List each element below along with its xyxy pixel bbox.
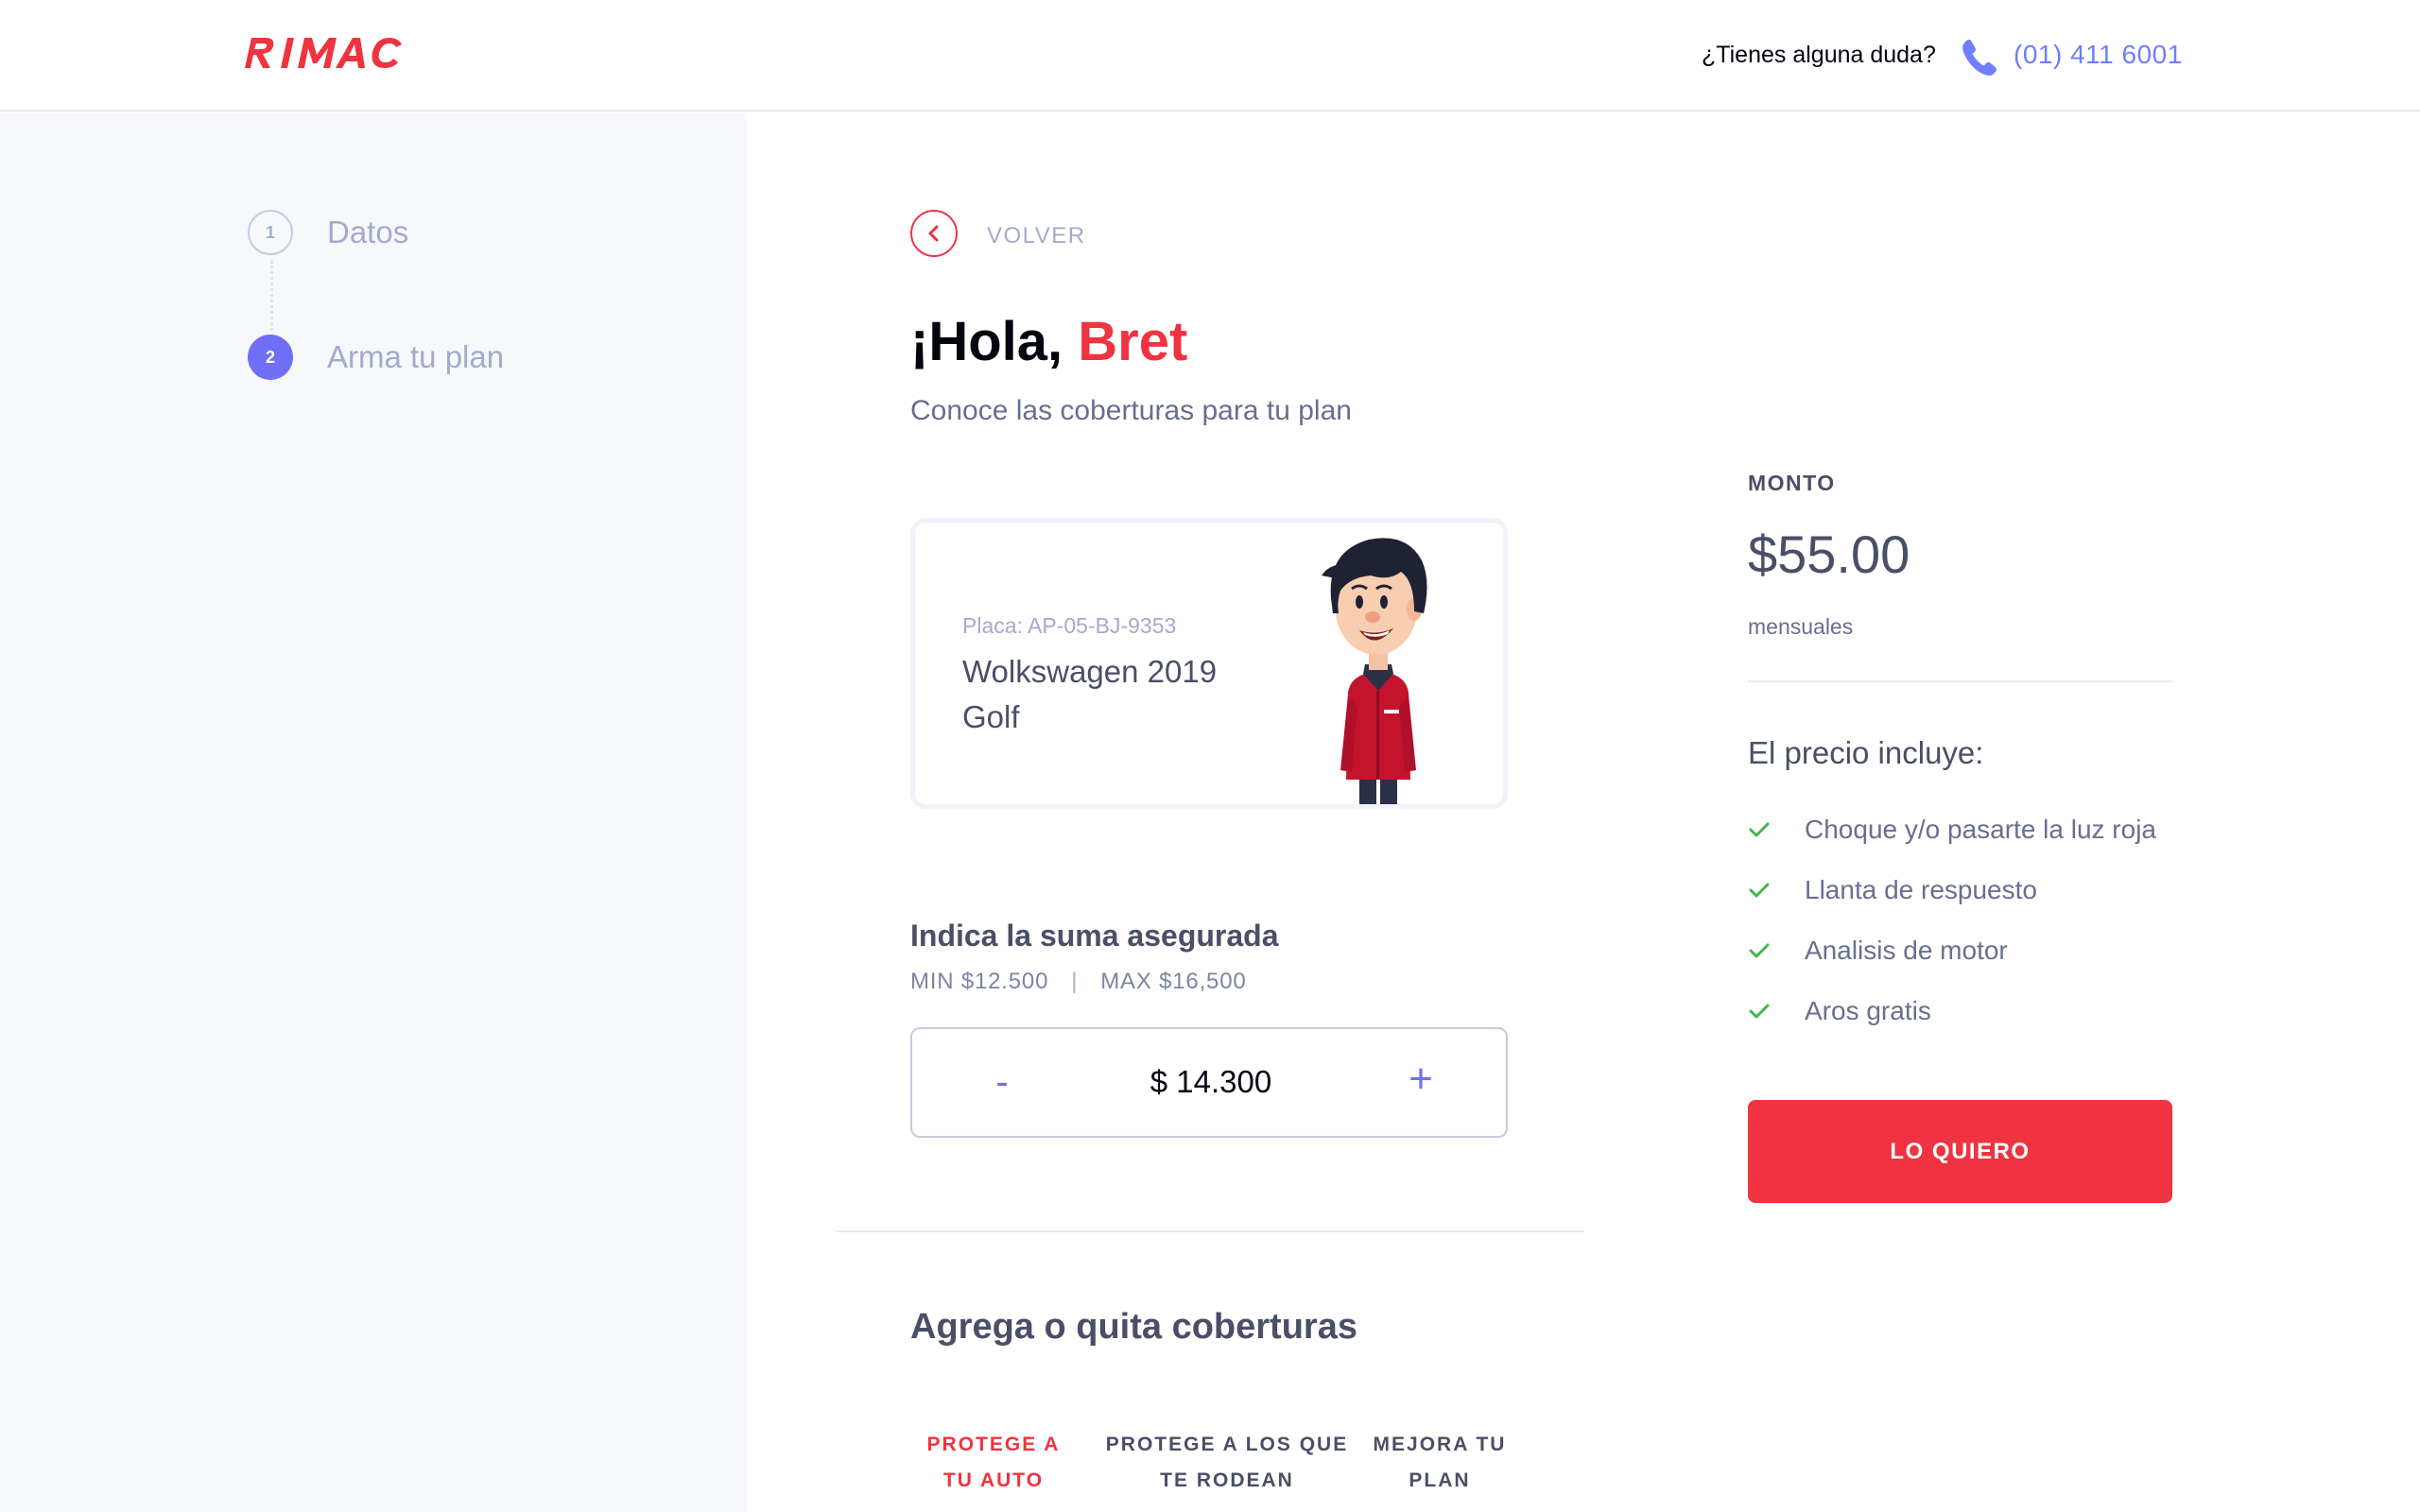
step-number-badge: 1 bbox=[248, 210, 293, 255]
phone-icon[interactable] bbox=[1961, 36, 1998, 77]
range-separator: | bbox=[1071, 969, 1079, 994]
step-arma-tu-plan[interactable]: 2 Arma tu plan bbox=[248, 335, 504, 380]
vehicle-card: Placa: AP-05-BJ-9353 Wolkswagen 2019 Gol… bbox=[910, 518, 1508, 809]
help-question: ¿Tienes alguna duda? bbox=[1702, 42, 1936, 68]
check-icon bbox=[1749, 883, 1770, 898]
chevron-left-icon bbox=[928, 225, 939, 242]
include-text: Llanta de respuesto bbox=[1805, 875, 2037, 904]
insured-sum-title: Indica la suma asegurada bbox=[910, 919, 1279, 953]
mascot-illustration bbox=[1322, 538, 1427, 804]
rimac-logo[interactable] bbox=[241, 34, 421, 76]
increment-button[interactable]: + bbox=[1402, 1056, 1440, 1103]
lo-quiero-button[interactable]: LO QUIERO bbox=[1748, 1100, 2172, 1203]
list-item: Analisis de motor bbox=[1748, 920, 2183, 981]
steps-sidebar bbox=[0, 113, 747, 1512]
tab-protege-tu-auto[interactable]: PROTEGE A TU AUTO bbox=[910, 1427, 1077, 1499]
back-label[interactable]: VOLVER bbox=[987, 223, 1086, 249]
check-icon bbox=[1749, 822, 1770, 837]
includes-list: Choque y/o pasarte la luz roja Llanta de… bbox=[1748, 799, 2183, 1041]
phone-number-link[interactable]: (01) 411 6001 bbox=[2014, 40, 2183, 70]
max-value: MAX $16,500 bbox=[1100, 969, 1247, 994]
step-number-badge: 2 bbox=[248, 335, 293, 380]
top-header: ¿Tienes alguna duda? (01) 411 6001 bbox=[0, 0, 2420, 112]
vehicle-plate: Placa: AP-05-BJ-9353 bbox=[962, 613, 1177, 638]
step-datos[interactable]: 1 Datos bbox=[248, 210, 408, 255]
include-text: Aros gratis bbox=[1805, 996, 1931, 1025]
check-icon bbox=[1749, 1004, 1770, 1019]
coverage-tabs: PROTEGE A TU AUTO PROTEGE A LOS QUE TE R… bbox=[910, 1427, 1534, 1503]
list-item: Llanta de respuesto bbox=[1748, 860, 2183, 920]
page-title: ¡Hola, Bret bbox=[910, 310, 1187, 373]
coverage-title: Agrega o quita coberturas bbox=[910, 1307, 1357, 1347]
section-divider bbox=[837, 1230, 1583, 1232]
summary-divider bbox=[1748, 680, 2172, 682]
amount-label: MONTO bbox=[1748, 471, 1836, 495]
step-connector bbox=[270, 261, 273, 331]
rimac-logo-mark bbox=[245, 38, 402, 68]
min-value: MIN $12.500 bbox=[910, 969, 1049, 994]
insured-sum-stepper: - $ 14.300 + bbox=[910, 1027, 1508, 1138]
page-subtitle: Conoce las coberturas para tu plan bbox=[910, 395, 1352, 426]
includes-title: El precio incluye: bbox=[1748, 735, 1984, 770]
vehicle-name: Wolkswagen 2019 Golf bbox=[962, 654, 1218, 734]
amount-value: $55.00 bbox=[1748, 524, 1910, 584]
step-label: Datos bbox=[327, 215, 409, 249]
include-text: Analisis de motor bbox=[1805, 936, 2008, 965]
check-icon bbox=[1749, 943, 1770, 958]
step-label: Arma tu plan bbox=[327, 339, 505, 374]
greeting-prefix: ¡Hola, bbox=[910, 311, 1063, 372]
include-text: Choque y/o pasarte la luz roja bbox=[1805, 815, 2156, 844]
tab-mejora-tu-plan[interactable]: MEJORA TU PLAN bbox=[1355, 1427, 1525, 1499]
list-item: Choque y/o pasarte la luz roja bbox=[1748, 799, 2183, 860]
amount-period: mensuales bbox=[1748, 614, 1854, 639]
insured-sum-range: MIN $12.500 | MAX $16,500 bbox=[910, 969, 1247, 995]
tab-protege-los-que-te-rodean[interactable]: PROTEGE A LOS QUE TE RODEAN bbox=[1099, 1427, 1355, 1499]
user-name: Bret bbox=[1078, 311, 1188, 372]
list-item: Aros gratis bbox=[1748, 981, 2183, 1041]
back-button[interactable] bbox=[910, 210, 958, 257]
